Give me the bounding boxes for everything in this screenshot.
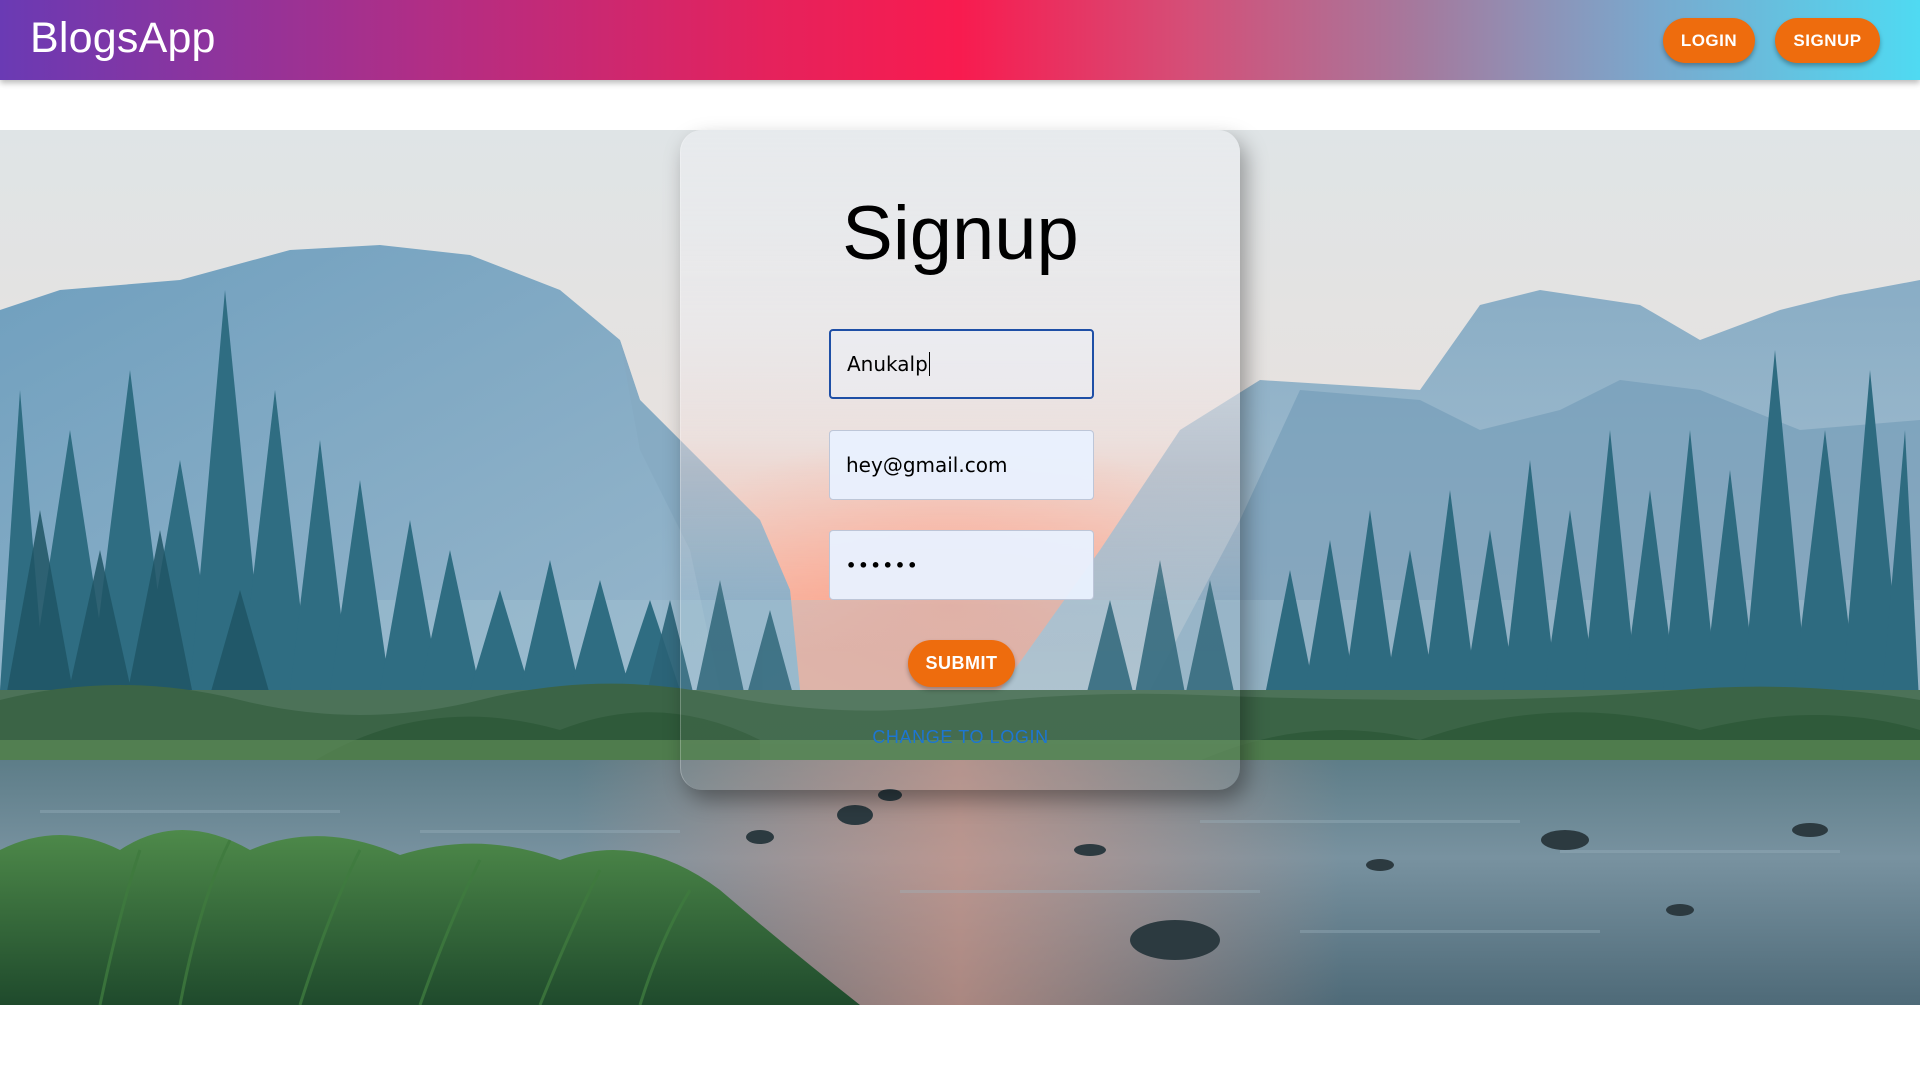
password-input[interactable]: •••••• (829, 530, 1094, 600)
email-input-value: hey@gmail.com (846, 453, 1008, 477)
name-input-value: Anukalp (847, 352, 928, 376)
brand-logo[interactable]: BlogsApp (30, 14, 216, 63)
login-button[interactable]: LOGIN (1663, 18, 1755, 63)
app-header: BlogsApp LOGIN SIGNUP (0, 0, 1920, 80)
submit-button[interactable]: SUBMIT (908, 640, 1015, 687)
change-to-login-link[interactable]: CHANGE TO LOGIN (681, 727, 1240, 748)
name-input[interactable]: Anukalp (829, 329, 1094, 399)
signup-title: Signup (842, 191, 1079, 276)
password-input-value: •••••• (846, 555, 920, 575)
signup-button[interactable]: SIGNUP (1775, 18, 1880, 63)
email-input[interactable]: hey@gmail.com (829, 430, 1094, 500)
signup-card: Signup Anukalp hey@gmail.com •••••• SUBM… (680, 130, 1240, 790)
text-caret (928, 352, 930, 376)
